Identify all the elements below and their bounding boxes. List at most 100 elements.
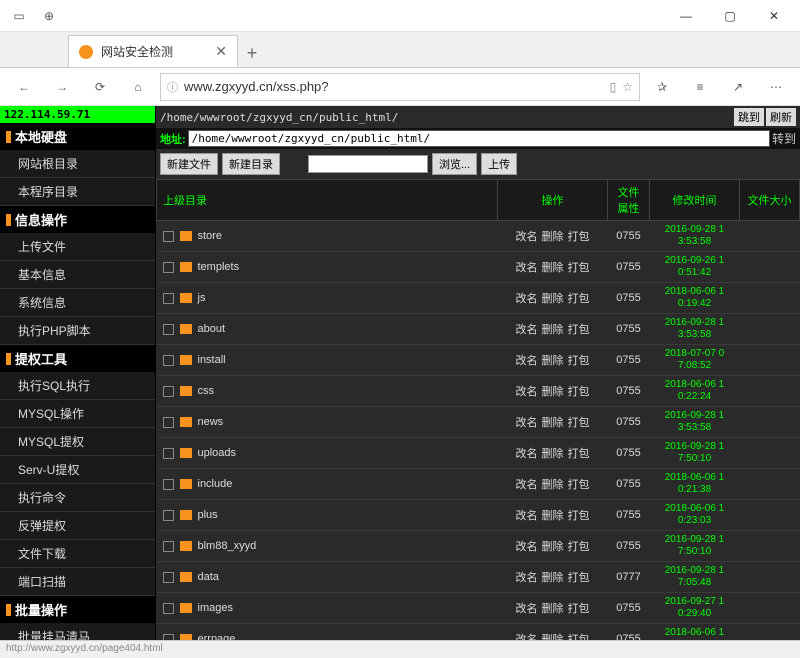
row-checkbox[interactable] xyxy=(163,541,174,552)
op-link[interactable]: 打包 xyxy=(568,479,590,491)
op-link[interactable]: 打包 xyxy=(568,448,590,460)
sidebar-item[interactable]: 反弹提权 xyxy=(0,512,155,540)
op-link[interactable]: 改名 xyxy=(516,324,538,336)
op-link[interactable]: 打包 xyxy=(568,541,590,553)
reading-view-icon[interactable]: ▯ xyxy=(610,80,617,94)
op-link[interactable]: 删除 xyxy=(542,603,564,615)
new-tab-button[interactable]: + xyxy=(238,39,266,67)
sidebar-item[interactable]: 本程序目录 xyxy=(0,178,155,206)
op-link[interactable]: 打包 xyxy=(568,355,590,367)
op-link[interactable]: 改名 xyxy=(516,448,538,460)
sidebar-item[interactable]: 上传文件 xyxy=(0,233,155,261)
minimize-button[interactable]: — xyxy=(664,2,708,30)
add-tab-icon[interactable]: ⊕ xyxy=(34,2,64,30)
favorites-button[interactable]: ✰ xyxy=(646,72,678,102)
table-row[interactable]: data改名删除打包07772016-09-28 17:05:48 xyxy=(157,562,800,593)
row-checkbox[interactable] xyxy=(163,448,174,459)
sidebar-item[interactable]: 文件下载 xyxy=(0,540,155,568)
refresh-button[interactable]: 刷新 xyxy=(766,108,796,126)
op-link[interactable]: 删除 xyxy=(542,510,564,522)
reading-list-button[interactable]: ≡ xyxy=(684,72,716,102)
op-link[interactable]: 删除 xyxy=(542,386,564,398)
table-row[interactable]: store改名删除打包07552016-09-28 13:53:58 xyxy=(157,221,800,252)
home-button[interactable]: ⌂ xyxy=(122,72,154,102)
op-link[interactable]: 删除 xyxy=(542,293,564,305)
op-link[interactable]: 打包 xyxy=(568,603,590,615)
goto-button[interactable]: 转到 xyxy=(772,130,796,147)
sidebar-item[interactable]: 执行PHP脚本 xyxy=(0,317,155,345)
new-file-button[interactable]: 新建文件 xyxy=(160,153,218,175)
new-dir-button[interactable]: 新建目录 xyxy=(222,153,280,175)
op-link[interactable]: 打包 xyxy=(568,293,590,305)
tab-close-icon[interactable]: ✕ xyxy=(215,43,227,60)
sidebar-item[interactable]: 端口扫描 xyxy=(0,568,155,596)
sidebar-item[interactable]: Serv-U提权 xyxy=(0,456,155,484)
jump-button[interactable]: 跳到 xyxy=(734,108,764,126)
table-row[interactable]: about改名删除打包07552016-09-28 13:53:58 xyxy=(157,314,800,345)
settings-button[interactable]: ⋯ xyxy=(760,72,792,102)
op-link[interactable]: 改名 xyxy=(516,262,538,274)
url-input[interactable] xyxy=(184,79,604,94)
site-info-icon[interactable]: ⓘ xyxy=(167,79,178,95)
row-checkbox[interactable] xyxy=(163,262,174,273)
table-row[interactable]: images改名删除打包07552016-09-27 10:29:40 xyxy=(157,593,800,624)
op-link[interactable]: 删除 xyxy=(542,417,564,429)
op-link[interactable]: 打包 xyxy=(568,324,590,336)
row-checkbox[interactable] xyxy=(163,355,174,366)
table-row[interactable]: plus改名删除打包07552018-06-06 10:23:03 xyxy=(157,500,800,531)
op-link[interactable]: 改名 xyxy=(516,231,538,243)
row-checkbox[interactable] xyxy=(163,417,174,428)
op-link[interactable]: 打包 xyxy=(568,386,590,398)
file-name[interactable]: images xyxy=(198,602,233,614)
op-link[interactable]: 改名 xyxy=(516,293,538,305)
file-name[interactable]: include xyxy=(198,478,233,490)
op-link[interactable]: 改名 xyxy=(516,417,538,429)
address-input[interactable] xyxy=(188,130,770,147)
sidebar-item[interactable]: 执行SQL执行 xyxy=(0,372,155,400)
favorite-star-icon[interactable]: ☆ xyxy=(622,80,633,94)
row-checkbox[interactable] xyxy=(163,510,174,521)
close-button[interactable]: ✕ xyxy=(752,2,796,30)
sidebar-item[interactable]: 网站根目录 xyxy=(0,150,155,178)
row-checkbox[interactable] xyxy=(163,324,174,335)
file-name[interactable]: about xyxy=(198,323,226,335)
sidebar-item[interactable]: 执行命令 xyxy=(0,484,155,512)
browser-tab[interactable]: 网站安全检测 ✕ xyxy=(68,35,238,67)
file-name[interactable]: data xyxy=(198,571,219,583)
back-button[interactable]: ← xyxy=(8,72,40,102)
file-name[interactable]: plus xyxy=(198,509,218,521)
table-row[interactable]: uploads改名删除打包07552016-09-28 17:50:10 xyxy=(157,438,800,469)
row-checkbox[interactable] xyxy=(163,386,174,397)
table-row[interactable]: include改名删除打包07552018-06-06 10:21:38 xyxy=(157,469,800,500)
table-row[interactable]: blm88_xyyd改名删除打包07552016-09-28 17:50:10 xyxy=(157,531,800,562)
browse-button[interactable]: 浏览... xyxy=(432,153,477,175)
reload-button[interactable]: ⟳ xyxy=(84,72,116,102)
op-link[interactable]: 打包 xyxy=(568,231,590,243)
row-checkbox[interactable] xyxy=(163,293,174,304)
op-link[interactable]: 改名 xyxy=(516,386,538,398)
file-name[interactable]: blm88_xyyd xyxy=(198,540,257,552)
op-link[interactable]: 改名 xyxy=(516,479,538,491)
op-link[interactable]: 删除 xyxy=(542,231,564,243)
row-checkbox[interactable] xyxy=(163,572,174,583)
file-name[interactable]: uploads xyxy=(198,447,237,459)
op-link[interactable]: 删除 xyxy=(542,572,564,584)
op-link[interactable]: 改名 xyxy=(516,541,538,553)
sidebar-item[interactable]: 系统信息 xyxy=(0,289,155,317)
table-row[interactable]: js改名删除打包07552018-06-06 10:19:42 xyxy=(157,283,800,314)
op-link[interactable]: 打包 xyxy=(568,510,590,522)
file-chooser[interactable] xyxy=(308,155,428,173)
file-name[interactable]: store xyxy=(198,230,222,242)
file-name[interactable]: templets xyxy=(198,261,240,273)
op-link[interactable]: 删除 xyxy=(542,479,564,491)
share-button[interactable]: ↗ xyxy=(722,72,754,102)
row-checkbox[interactable] xyxy=(163,231,174,242)
op-link[interactable]: 打包 xyxy=(568,262,590,274)
op-link[interactable]: 改名 xyxy=(516,355,538,367)
op-link[interactable]: 删除 xyxy=(542,448,564,460)
sidebar-item[interactable]: MYSQL提权 xyxy=(0,428,155,456)
address-bar[interactable]: ⓘ ▯ ☆ xyxy=(160,73,640,101)
op-link[interactable]: 删除 xyxy=(542,262,564,274)
table-row[interactable]: templets改名删除打包07552016-09-26 10:51:42 xyxy=(157,252,800,283)
op-link[interactable]: 改名 xyxy=(516,572,538,584)
